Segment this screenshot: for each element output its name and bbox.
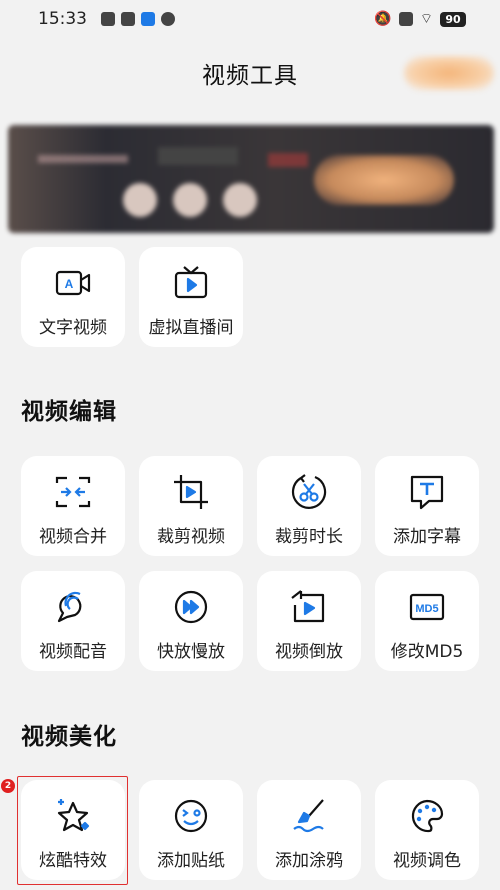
mail-icon bbox=[121, 12, 135, 26]
color-palette-icon bbox=[407, 796, 447, 836]
tool-video-dubbing[interactable]: 视频配音 bbox=[21, 571, 125, 671]
subtitle-icon bbox=[407, 472, 447, 512]
text-video-icon: A bbox=[53, 263, 93, 303]
gallery-icon bbox=[101, 12, 115, 26]
vip-badge[interactable] bbox=[404, 56, 494, 90]
tool-label: 添加字幕 bbox=[393, 527, 461, 547]
tool-modify-md5[interactable]: MD5 修改MD5 bbox=[375, 571, 479, 671]
trim-duration-icon bbox=[289, 472, 329, 512]
tool-label: 快放慢放 bbox=[157, 642, 225, 662]
annotation-badge: 2 bbox=[1, 779, 15, 793]
tool-label: 视频倒放 bbox=[275, 642, 343, 662]
tool-add-sticker[interactable]: 添加贴纸 bbox=[139, 780, 243, 880]
tool-text-video[interactable]: A 文字视频 bbox=[21, 247, 125, 347]
graffiti-icon bbox=[289, 796, 329, 836]
no-sim-icon bbox=[398, 12, 413, 26]
page-title: 视频工具 bbox=[202, 63, 298, 89]
sticker-icon bbox=[171, 796, 211, 836]
svg-text:MD5: MD5 bbox=[415, 603, 438, 615]
tool-crop-video[interactable]: 裁剪视频 bbox=[139, 456, 243, 556]
tool-label: 添加贴纸 bbox=[157, 851, 225, 871]
status-time: 15:33 bbox=[38, 9, 87, 29]
tool-video-color-grading[interactable]: 视频调色 bbox=[375, 780, 479, 880]
tool-label: 虚拟直播间 bbox=[148, 318, 234, 338]
section-title-video-edit: 视频编辑 bbox=[21, 399, 117, 425]
svg-text:A: A bbox=[65, 277, 74, 291]
tool-trim-duration[interactable]: 裁剪时长 bbox=[257, 456, 361, 556]
tool-label: 修改MD5 bbox=[390, 642, 464, 662]
crop-icon bbox=[171, 472, 211, 512]
virtual-live-room-icon bbox=[171, 263, 211, 303]
app-notification-icon bbox=[141, 12, 155, 26]
promo-banner[interactable] bbox=[8, 125, 494, 233]
tool-label: 文字视频 bbox=[39, 318, 107, 338]
tool-label: 裁剪时长 bbox=[275, 527, 343, 547]
merge-icon bbox=[53, 472, 93, 512]
tool-speed[interactable]: 快放慢放 bbox=[139, 571, 243, 671]
wifi-icon: ⌔ bbox=[419, 11, 433, 27]
tool-video-merge[interactable]: 视频合并 bbox=[21, 456, 125, 556]
md5-icon: MD5 bbox=[407, 587, 447, 627]
tool-label: 裁剪视频 bbox=[157, 527, 225, 547]
status-notification-icons bbox=[101, 12, 175, 26]
tool-label: 视频配音 bbox=[39, 642, 107, 662]
tool-label: 视频调色 bbox=[393, 851, 461, 871]
tool-reverse-video[interactable]: 视频倒放 bbox=[257, 571, 361, 671]
dubbing-icon bbox=[53, 587, 93, 627]
status-bar: 15:33 🔕 ⌔ 90 bbox=[0, 0, 500, 38]
section-title-video-beautify: 视频美化 bbox=[21, 724, 117, 750]
tool-add-graffiti[interactable]: 添加涂鸦 bbox=[257, 780, 361, 880]
mute-icon: 🔕 bbox=[374, 11, 392, 27]
battery-indicator: 90 bbox=[440, 11, 466, 27]
speed-icon bbox=[171, 587, 211, 627]
status-system-icons: 🔕 ⌔ 90 bbox=[374, 10, 466, 28]
reverse-icon bbox=[289, 587, 329, 627]
page-header: 视频工具 bbox=[0, 48, 500, 98]
compass-icon bbox=[161, 12, 175, 26]
tool-add-subtitle[interactable]: 添加字幕 bbox=[375, 456, 479, 556]
tool-label: 添加涂鸦 bbox=[275, 851, 343, 871]
tool-label: 视频合并 bbox=[39, 527, 107, 547]
highlight-box bbox=[17, 776, 128, 885]
tool-virtual-live-room[interactable]: 虚拟直播间 bbox=[139, 247, 243, 347]
